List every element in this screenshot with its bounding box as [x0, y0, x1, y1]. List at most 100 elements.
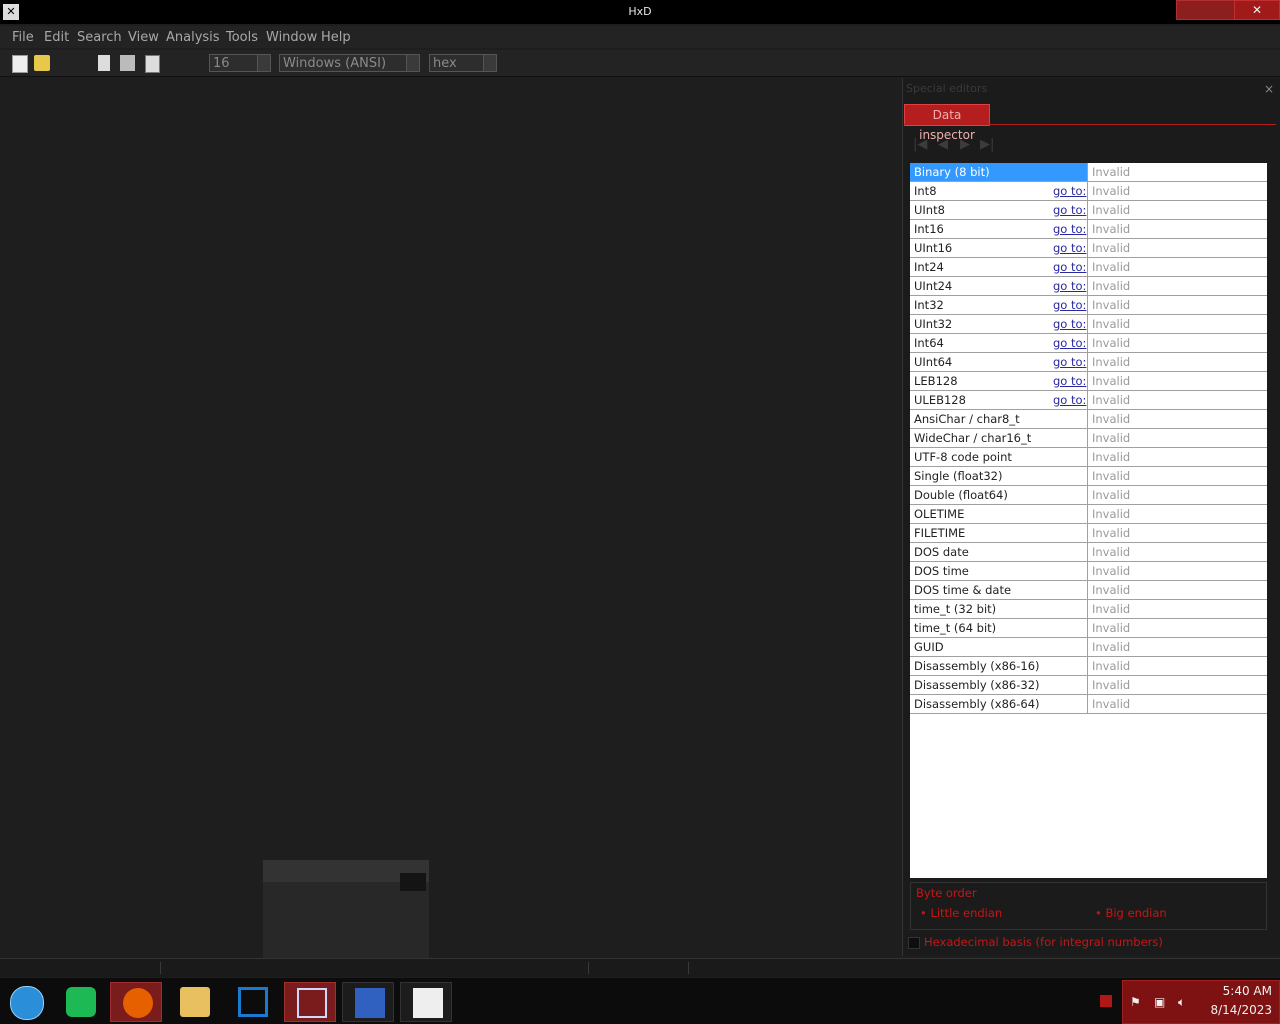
new-file-icon[interactable]: [12, 55, 28, 73]
save-icon[interactable]: [98, 55, 110, 71]
inspector-row-value[interactable]: Invalid: [1092, 695, 1130, 713]
editor-area[interactable]: [0, 78, 900, 958]
goto-link[interactable]: go to:: [1053, 296, 1086, 314]
previous-icon[interactable]: ◀: [938, 137, 948, 152]
menu-analysis[interactable]: Analysis: [166, 30, 220, 45]
inspector-row[interactable]: Int64 go to: Invalid: [910, 334, 1267, 353]
save-all-icon[interactable]: [120, 55, 135, 71]
inspector-row[interactable]: UInt32 go to: Invalid: [910, 315, 1267, 334]
taskbar-chat-app[interactable]: [54, 982, 106, 1022]
inspector-row[interactable]: FILETIME Invalid: [910, 524, 1267, 543]
inspector-row-value[interactable]: Invalid: [1092, 657, 1130, 675]
menu-file[interactable]: File: [12, 30, 34, 45]
menu-window[interactable]: Window: [266, 30, 317, 45]
menu-edit[interactable]: Edit: [44, 30, 69, 45]
big-endian-radio[interactable]: • Big endian: [1095, 906, 1167, 920]
inspector-row-value[interactable]: Invalid: [1092, 448, 1130, 466]
goto-link[interactable]: go to:: [1053, 334, 1086, 352]
next-icon[interactable]: ▶: [960, 137, 970, 152]
charset-select[interactable]: Windows (ANSI): [279, 54, 420, 72]
inspector-row-value[interactable]: Invalid: [1092, 220, 1130, 238]
goto-link[interactable]: go to:: [1053, 315, 1086, 333]
inspector-row-value[interactable]: Invalid: [1092, 505, 1130, 523]
tray-alert-icon[interactable]: [1100, 995, 1112, 1007]
inspector-row[interactable]: Disassembly (x86-16) Invalid: [910, 657, 1267, 676]
inspector-row[interactable]: Int32 go to: Invalid: [910, 296, 1267, 315]
goto-link[interactable]: go to:: [1053, 239, 1086, 257]
inspector-row-value[interactable]: Invalid: [1092, 638, 1130, 656]
inspector-row-value[interactable]: Invalid: [1092, 581, 1130, 599]
inspector-row-value[interactable]: Invalid: [1092, 600, 1130, 618]
menu-view[interactable]: View: [128, 30, 159, 45]
little-endian-radio[interactable]: • Little endian: [920, 906, 1002, 920]
inspector-row-value[interactable]: Invalid: [1092, 353, 1130, 371]
panel-close-icon[interactable]: ×: [1264, 82, 1274, 96]
network-icon[interactable]: ▣: [1154, 995, 1165, 1009]
inspector-row[interactable]: DOS time & date Invalid: [910, 581, 1267, 600]
inspector-row-value[interactable]: Invalid: [1092, 543, 1130, 561]
taskbar-hxd[interactable]: [400, 982, 452, 1022]
inspector-row[interactable]: Disassembly (x86-32) Invalid: [910, 676, 1267, 695]
inspector-row[interactable]: ULEB128 go to: Invalid: [910, 391, 1267, 410]
inspector-row-value[interactable]: Invalid: [1092, 391, 1130, 409]
inspector-row[interactable]: Disassembly (x86-64) Invalid: [910, 695, 1267, 714]
inspector-row[interactable]: Single (float32) Invalid: [910, 467, 1267, 486]
inspector-row-value[interactable]: Invalid: [1092, 562, 1130, 580]
tab-data-inspector[interactable]: Data inspector: [904, 104, 990, 142]
goto-link[interactable]: go to:: [1053, 220, 1086, 238]
inspector-row[interactable]: Int24 go to: Invalid: [910, 258, 1267, 277]
bytes-per-row-select[interactable]: 16: [209, 54, 271, 72]
goto-link[interactable]: go to:: [1053, 391, 1086, 409]
goto-link[interactable]: go to:: [1053, 372, 1086, 390]
inspector-row-value[interactable]: Invalid: [1092, 334, 1130, 352]
first-icon[interactable]: |◀: [913, 137, 927, 152]
inspector-row[interactable]: DOS time Invalid: [910, 562, 1267, 581]
inspector-row-value[interactable]: Invalid: [1092, 258, 1130, 276]
inspector-row[interactable]: UInt64 go to: Invalid: [910, 353, 1267, 372]
inspector-row-value[interactable]: Invalid: [1092, 524, 1130, 542]
inspector-row[interactable]: UInt24 go to: Invalid: [910, 277, 1267, 296]
inspector-row[interactable]: Int8 go to: Invalid: [910, 182, 1267, 201]
inspector-row-value[interactable]: Invalid: [1092, 619, 1130, 637]
inspector-row[interactable]: Int16 go to: Invalid: [910, 220, 1267, 239]
inspector-row-value[interactable]: Invalid: [1092, 296, 1130, 314]
restore-button[interactable]: [1176, 0, 1236, 20]
inspector-row-value[interactable]: Invalid: [1092, 372, 1130, 390]
inspector-row-value[interactable]: Invalid: [1092, 429, 1130, 447]
inspector-row[interactable]: OLETIME Invalid: [910, 505, 1267, 524]
clock-date[interactable]: 8/14/2023: [1200, 1003, 1272, 1017]
inspector-row-value[interactable]: Invalid: [1092, 163, 1130, 181]
taskbar-file-explorer[interactable]: [168, 982, 220, 1022]
inspector-row[interactable]: Binary (8 bit) Invalid: [910, 163, 1267, 182]
inspector-row[interactable]: Double (float64) Invalid: [910, 486, 1267, 505]
inspector-row-value[interactable]: Invalid: [1092, 277, 1130, 295]
hex-basis-checkbox[interactable]: [908, 937, 920, 949]
action-center-flag-icon[interactable]: ⚑: [1130, 995, 1141, 1009]
inspector-row[interactable]: UInt8 go to: Invalid: [910, 201, 1267, 220]
goto-link[interactable]: go to:: [1053, 182, 1086, 200]
goto-link[interactable]: go to:: [1053, 353, 1086, 371]
inspector-row[interactable]: DOS date Invalid: [910, 543, 1267, 562]
goto-link[interactable]: go to:: [1053, 201, 1086, 219]
start-button[interactable]: [2, 982, 54, 1022]
print-icon[interactable]: [145, 55, 160, 73]
inspector-row-value[interactable]: Invalid: [1092, 410, 1130, 428]
inspector-row[interactable]: WideChar / char16_t Invalid: [910, 429, 1267, 448]
inspector-row-value[interactable]: Invalid: [1092, 486, 1130, 504]
goto-link[interactable]: go to:: [1053, 258, 1086, 276]
inspector-row-value[interactable]: Invalid: [1092, 201, 1130, 219]
inspector-row[interactable]: UInt16 go to: Invalid: [910, 239, 1267, 258]
taskbar-firefox[interactable]: [110, 982, 162, 1022]
inspector-row[interactable]: UTF-8 code point Invalid: [910, 448, 1267, 467]
close-button[interactable]: ✕: [1234, 0, 1280, 20]
goto-link[interactable]: go to:: [1053, 277, 1086, 295]
last-icon[interactable]: ▶|: [980, 137, 994, 152]
inspector-row[interactable]: time_t (64 bit) Invalid: [910, 619, 1267, 638]
menu-help[interactable]: Help: [321, 30, 351, 45]
menu-tools[interactable]: Tools: [226, 30, 258, 45]
taskbar-virtualbox[interactable]: [284, 982, 336, 1022]
menu-search[interactable]: Search: [77, 30, 122, 45]
offset-base-select[interactable]: hex: [429, 54, 497, 72]
taskbar-virtualbox-manager[interactable]: [226, 982, 278, 1022]
inspector-row[interactable]: GUID Invalid: [910, 638, 1267, 657]
